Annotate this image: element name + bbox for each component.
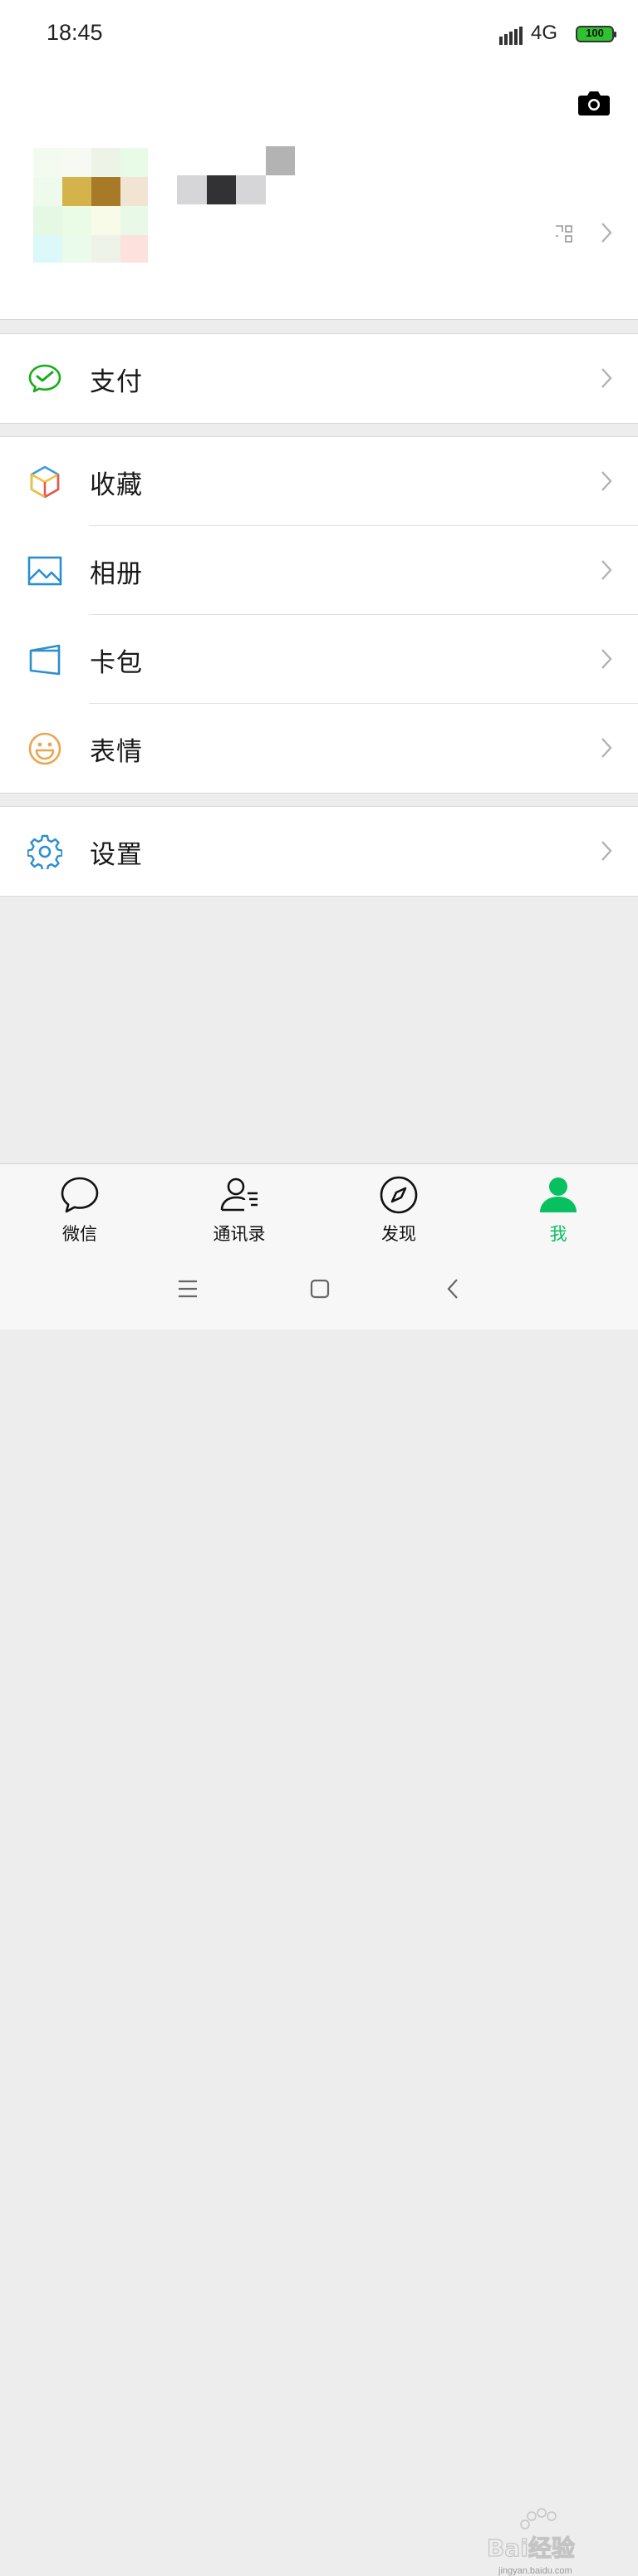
menu-item-cards[interactable]: 卡包 <box>0 615 638 704</box>
menu-group-settings: 设置 <box>0 806 638 897</box>
contacts-icon <box>220 1177 258 1212</box>
menu-item-album[interactable]: 相册 <box>0 526 638 615</box>
smiley-icon <box>28 732 61 765</box>
chevron-right-icon <box>601 368 612 388</box>
battery-level: 100 <box>586 27 604 39</box>
chevron-right-icon <box>601 471 612 491</box>
tab-label-discover: 发现 <box>381 1224 416 1244</box>
menu-label-album: 相册 <box>90 559 143 589</box>
chevron-right-icon <box>601 738 612 758</box>
system-nav-bar: Bai经验 jingyan.baidu.com <box>0 1253 638 2576</box>
chat-bubble-icon <box>61 1177 99 1213</box>
menu-label-stickers: 表情 <box>90 737 143 767</box>
status-time: 18:45 <box>47 20 103 45</box>
menu-item-pay[interactable]: 支付 <box>0 334 638 423</box>
qr-code-icon[interactable] <box>555 224 573 244</box>
menu-label-settings: 设置 <box>90 840 143 870</box>
menu-label-favorites: 收藏 <box>90 470 143 500</box>
tab-discover[interactable]: 发现 <box>349 1164 449 1254</box>
menu-item-settings[interactable]: 设置 <box>0 807 638 896</box>
avatar[interactable] <box>33 148 148 263</box>
favorites-cube-icon <box>30 465 60 499</box>
menu-item-favorites[interactable]: 收藏 <box>0 437 638 526</box>
tab-me[interactable]: 我 <box>508 1164 608 1254</box>
tab-label-me: 我 <box>549 1224 567 1244</box>
chevron-right-icon <box>601 649 612 669</box>
bottom-tab-bar: 微信 通讯录 发现 我 <box>0 1163 638 1254</box>
battery-icon: 100 <box>576 26 616 42</box>
wechat-pay-icon <box>28 364 61 393</box>
card-wallet-icon <box>29 644 61 676</box>
album-picture-icon <box>27 556 62 586</box>
tab-label-chats: 微信 <box>62 1224 97 1244</box>
nickname <box>177 146 297 204</box>
signal-icon <box>499 27 523 45</box>
person-icon <box>540 1177 577 1212</box>
home-square-icon[interactable] <box>310 1278 330 1300</box>
profile-chevron-right-icon <box>601 223 612 243</box>
svg-text:Bai经验: Bai经验 <box>487 2534 575 2562</box>
tab-chats[interactable]: 微信 <box>30 1164 130 1254</box>
watermark-url: jingyan.baidu.com <box>498 2566 572 2576</box>
menu-item-stickers[interactable]: 表情 <box>0 704 638 793</box>
baidu-watermark-logo: Bai经验 <box>486 2508 575 2563</box>
camera-icon[interactable] <box>577 90 611 116</box>
menu-group-main: 收藏 相册 卡包 表情 <box>0 436 638 794</box>
chevron-right-icon <box>601 841 612 861</box>
back-chevron-icon[interactable] <box>446 1278 459 1300</box>
tab-contacts[interactable]: 通讯录 <box>189 1164 289 1254</box>
chevron-right-icon <box>601 560 612 580</box>
status-bar: 18:45 4G 100 <box>0 0 638 71</box>
network-type: 4G <box>531 22 558 44</box>
menu-label-cards: 卡包 <box>90 648 143 678</box>
gear-icon <box>27 834 62 869</box>
menu-label-pay: 支付 <box>90 367 143 397</box>
menu-group-pay: 支付 <box>0 333 638 424</box>
tab-label-contacts: 通讯录 <box>213 1224 266 1244</box>
profile-header[interactable] <box>0 71 638 320</box>
compass-icon <box>380 1176 418 1214</box>
menu-lines-icon[interactable] <box>177 1278 199 1300</box>
